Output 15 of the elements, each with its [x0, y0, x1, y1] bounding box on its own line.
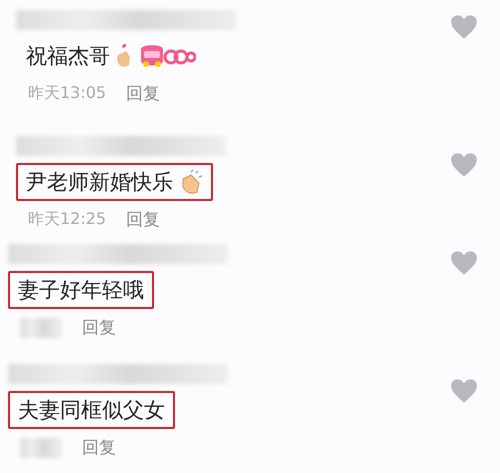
reply-link[interactable]: 回复 [126, 208, 160, 231]
comment-text: 夫妻同框似父女 [18, 397, 165, 424]
comment-time: 昨天13:05 [28, 83, 106, 104]
cheer-sticker-icon [138, 43, 196, 69]
reply-link[interactable]: 回复 [82, 316, 116, 339]
like-heart-icon[interactable] [450, 378, 478, 404]
like-heart-icon[interactable] [450, 250, 478, 276]
comment-text: 尹老师新婚快乐 [26, 169, 173, 196]
reply-link[interactable]: 回复 [126, 82, 160, 105]
comment-time: 昨天12:25 [28, 209, 106, 230]
reply-link[interactable]: 回复 [82, 436, 116, 459]
like-heart-icon[interactable] [450, 152, 478, 178]
comment-text: 妻子好年轻哦 [18, 277, 144, 304]
like-heart-icon[interactable] [450, 14, 478, 40]
comment-text: 祝福杰哥 [26, 43, 110, 70]
